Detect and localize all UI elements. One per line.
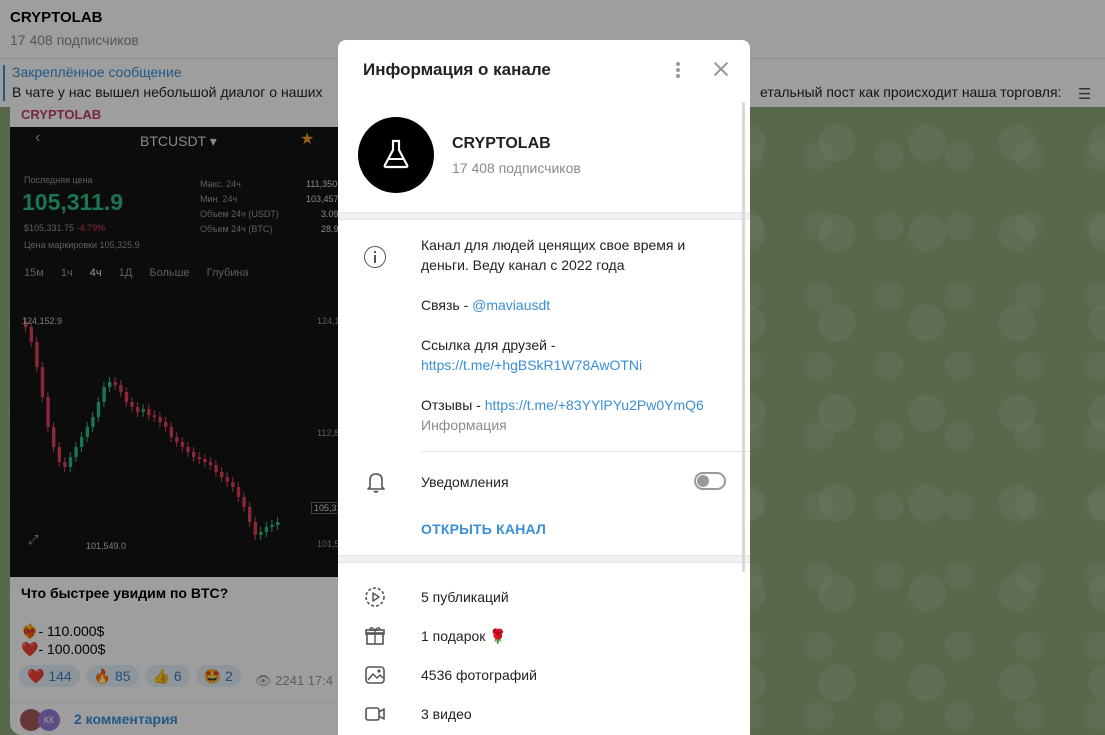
contact-link[interactable]: @maviausdt: [472, 297, 550, 313]
publications-icon: [365, 587, 385, 607]
open-channel-button[interactable]: ОТКРЫТЬ КАНАЛ: [421, 521, 546, 537]
scrollbar[interactable]: [742, 102, 745, 572]
gift-icon: [365, 627, 385, 645]
gifts-label: 1 подарок 🌹: [421, 628, 507, 644]
contact-line: Связь - @maviausdt: [421, 297, 551, 313]
section-divider: [338, 212, 750, 220]
friends-line: Ссылка для друзей - https://t.me/+hgBSkR…: [421, 335, 731, 375]
media-row-videos[interactable]: 3 видео: [338, 695, 750, 734]
more-vertical-icon[interactable]: [670, 58, 686, 82]
bell-icon: [367, 473, 385, 493]
reviews-line: Отзывы - https://t.me/+83YYlPYu2Pw0YmQ6: [421, 397, 704, 413]
section-divider: [338, 555, 750, 563]
divider: [421, 451, 750, 452]
videos-label: 3 видео: [421, 706, 472, 722]
video-icon: [365, 707, 385, 721]
channel-avatar[interactable]: [358, 117, 434, 193]
media-row-photos[interactable]: 4536 фотографий: [338, 656, 750, 695]
channel-name: CRYPTOLAB: [452, 135, 551, 152]
channel-profile: CRYPTOLAB 17 408 подписчиков: [338, 100, 750, 212]
notifications-toggle[interactable]: [694, 472, 726, 490]
channel-description: Канал для людей ценящих свое время и ден…: [421, 235, 731, 435]
channel-info-dialog: Информация о канале CRYPTOLAB 17 408 под…: [338, 40, 750, 735]
friends-link[interactable]: https://t.me/+hgBSkR1W78AwOTNi: [421, 355, 731, 375]
channel-subscribers: 17 408 подписчиков: [452, 160, 581, 176]
photos-label: 4536 фотографий: [421, 667, 537, 683]
description-text: Канал для людей ценящих свое время и ден…: [421, 237, 686, 273]
publications-label: 5 публикаций: [421, 589, 509, 605]
notifications-label: Уведомления: [421, 474, 509, 490]
flask-icon: [383, 139, 409, 169]
dialog-title: Информация о канале: [363, 60, 551, 79]
info-caption: Информация: [421, 417, 507, 433]
media-row-gifts[interactable]: 1 подарок 🌹: [338, 617, 750, 656]
photo-icon: [365, 666, 385, 684]
close-icon[interactable]: [710, 58, 732, 80]
media-row-publications[interactable]: 5 публикаций: [338, 578, 750, 617]
dialog-header: Информация о канале: [338, 40, 750, 100]
reviews-link[interactable]: https://t.me/+83YYlPYu2Pw0YmQ6: [485, 397, 704, 413]
info-icon: [364, 246, 386, 268]
